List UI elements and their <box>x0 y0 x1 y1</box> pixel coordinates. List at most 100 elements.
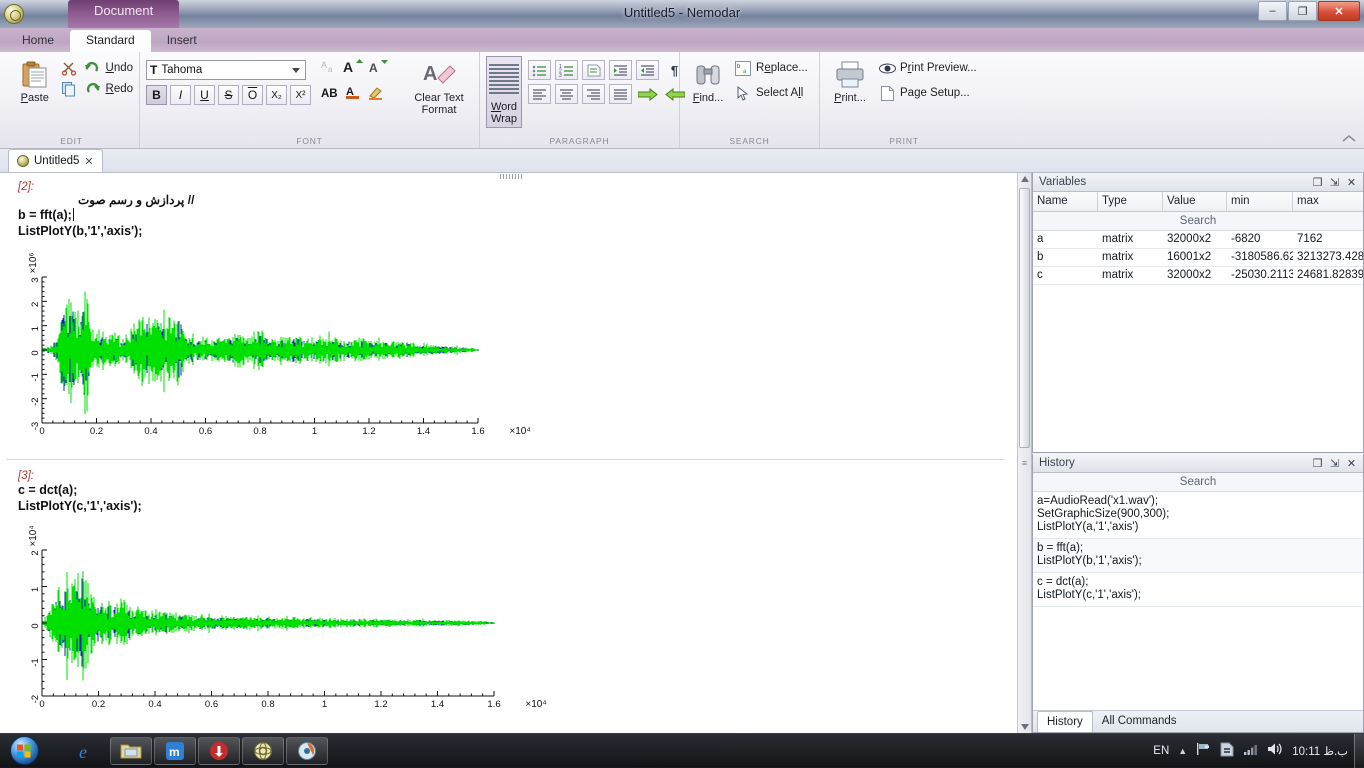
clear-text-format-button[interactable]: A Clear Text Format <box>405 56 473 116</box>
notebook-area[interactable]: [2]: // پردازش و رسم صوت b = fft(a); Lis… <box>0 173 1032 733</box>
cut-button[interactable] <box>60 59 78 77</box>
show-desktop-button[interactable] <box>1354 734 1364 768</box>
table-row[interactable]: b matrix 16001x2 -3180586.62 3213273.428 <box>1033 249 1363 267</box>
history-restore-button[interactable]: ❐ <box>1309 456 1326 471</box>
superscript-button[interactable]: X² <box>290 85 311 105</box>
col-max[interactable]: max <box>1293 192 1363 211</box>
scroll-down-button[interactable] <box>1018 720 1031 733</box>
scrollbar-thumb[interactable] <box>1019 188 1030 448</box>
taskbar-nemodar[interactable] <box>242 737 284 765</box>
taskbar-internet-explorer[interactable]: e <box>66 737 108 765</box>
col-name[interactable]: Name <box>1033 192 1098 211</box>
copy-button[interactable] <box>60 80 78 98</box>
underline-button[interactable]: U <box>194 85 215 105</box>
paste-button[interactable]: Paste <box>10 56 60 104</box>
close-button[interactable]: ✕ <box>1318 1 1360 21</box>
list-item[interactable]: c = dct(a); ListPlotY(c,'1','axis'); <box>1033 573 1363 607</box>
list-item[interactable]: a=AudioRead('x1.wav'); SetGraphicSize(90… <box>1033 492 1363 539</box>
change-case-icon[interactable]: A a <box>321 59 339 78</box>
col-value[interactable]: Value <box>1163 192 1227 211</box>
window-title: Untitled5 - Nemodar <box>0 5 1364 20</box>
increase-indent-button[interactable] <box>636 60 659 80</box>
subscript-button[interactable]: X₂ <box>266 85 287 105</box>
variables-table-header: Name Type Value min max <box>1033 192 1363 212</box>
ribbon-group-paragraph: Word Wrap <box>480 52 680 148</box>
find-button[interactable]: Find... <box>686 56 730 104</box>
bold-button[interactable]: B <box>146 85 167 105</box>
table-row[interactable]: a matrix 32000x2 -6820 7162 <box>1033 231 1363 249</box>
scissors-icon <box>60 59 78 77</box>
variables-restore-button[interactable]: ❐ <box>1309 175 1326 190</box>
font-family-select[interactable]: T Tahoma <box>146 60 306 80</box>
minimize-button[interactable]: – <box>1258 1 1287 21</box>
scroll-up-button[interactable] <box>1018 173 1031 186</box>
align-right-button[interactable] <box>582 84 605 104</box>
taskbar-maxthon[interactable]: m <box>154 737 196 765</box>
multilevel-list-button[interactable] <box>582 60 605 80</box>
flag-icon[interactable] <box>1196 742 1211 759</box>
replace-button[interactable]: b a Replace... <box>734 59 808 77</box>
print-button[interactable]: Print... <box>826 56 874 104</box>
action-center-icon[interactable] <box>1220 742 1234 760</box>
variables-close-button[interactable]: ✕ <box>1343 175 1360 190</box>
print-preview-button[interactable]: Print Preview... <box>878 59 977 77</box>
cell-number-2: [2]: <box>18 181 1017 193</box>
ab-button[interactable]: AB <box>321 88 338 100</box>
overline-button[interactable]: O <box>242 85 263 105</box>
scrollbar-grip[interactable]: ≡ <box>1020 458 1029 468</box>
font-color-icon[interactable]: A <box>345 84 361 103</box>
start-button[interactable] <box>4 735 44 767</box>
page-setup-button[interactable]: Page Setup... <box>878 84 977 102</box>
notebook-scrollbar[interactable]: ≡ <box>1017 173 1031 733</box>
highlight-color-icon[interactable] <box>368 84 384 103</box>
bullet-list-button[interactable] <box>528 60 551 80</box>
ribbon-tab-insert[interactable]: Insert <box>151 30 213 52</box>
word-wrap-button[interactable]: Word Wrap <box>486 56 522 128</box>
taskbar-file-explorer[interactable] <box>110 737 152 765</box>
restore-button[interactable]: ❐ <box>1288 1 1317 21</box>
list-item[interactable]: b = fft(a); ListPlotY(b,'1','axis'); <box>1033 539 1363 573</box>
tray-clock[interactable]: 10:11 ب.ظ <box>1292 744 1348 758</box>
variables-pin-button[interactable]: ⇲ <box>1326 175 1343 190</box>
minimize-ribbon-button[interactable] <box>1342 133 1356 145</box>
justify-button[interactable] <box>609 84 632 104</box>
tab-history[interactable]: History <box>1037 711 1093 732</box>
grow-font-icon[interactable]: A <box>343 59 365 78</box>
tray-language[interactable]: EN <box>1153 745 1169 757</box>
internet-download-manager-icon <box>209 741 229 761</box>
undo-button[interactable]: Undo <box>84 59 134 77</box>
document-tab-untitled5[interactable]: Untitled5 ✕ <box>8 149 103 172</box>
history-close-button[interactable]: ✕ <box>1343 456 1360 471</box>
select-all-button[interactable]: Select All <box>734 84 808 102</box>
close-icon[interactable]: ✕ <box>84 155 93 168</box>
align-center-button[interactable] <box>555 84 578 104</box>
undo-icon <box>84 59 102 77</box>
tray-show-hidden-icon[interactable]: ▲ <box>1178 746 1187 756</box>
tab-all-commands[interactable]: All Commands <box>1093 711 1186 732</box>
notebook-cell-2[interactable]: [2]: // پردازش و رسم صوت b = fft(a); Lis… <box>0 173 1017 447</box>
ribbon-tab-standard[interactable]: Standard <box>70 30 151 52</box>
italic-button[interactable]: I <box>170 85 191 105</box>
nemodar-app-icon <box>253 741 273 761</box>
notebook-cell-3[interactable]: [3]: c = dct(a); ListPlotY(c,'1','axis')… <box>0 460 1017 710</box>
strikethrough-button[interactable]: S <box>218 85 239 105</box>
variables-search-input[interactable]: Search <box>1033 212 1363 231</box>
decrease-indent-button[interactable] <box>609 60 632 80</box>
ribbon-tab-home[interactable]: Home <box>6 30 70 52</box>
table-row[interactable]: c matrix 32000x2 -25030.2113 24681.82839 <box>1033 267 1363 285</box>
history-pin-button[interactable]: ⇲ <box>1326 456 1343 471</box>
align-left-button[interactable] <box>528 84 551 104</box>
taskbar-download-manager[interactable] <box>198 737 240 765</box>
taskbar-media-player[interactable] <box>286 737 328 765</box>
shrink-font-icon[interactable]: A <box>369 59 391 78</box>
network-icon[interactable] <box>1243 743 1258 759</box>
volume-icon[interactable] <box>1267 742 1283 759</box>
ltr-direction-button[interactable] <box>636 84 659 104</box>
col-min[interactable]: min <box>1227 192 1293 211</box>
history-panel: History ❐ ⇲ ✕ Search a=AudioRead('x1.wav… <box>1032 454 1364 733</box>
numbered-list-button[interactable]: 123 <box>555 60 578 80</box>
svg-text:A: A <box>343 59 353 75</box>
history-search-input[interactable]: Search <box>1033 473 1363 492</box>
col-type[interactable]: Type <box>1098 192 1163 211</box>
redo-button[interactable]: Redo <box>84 80 134 98</box>
